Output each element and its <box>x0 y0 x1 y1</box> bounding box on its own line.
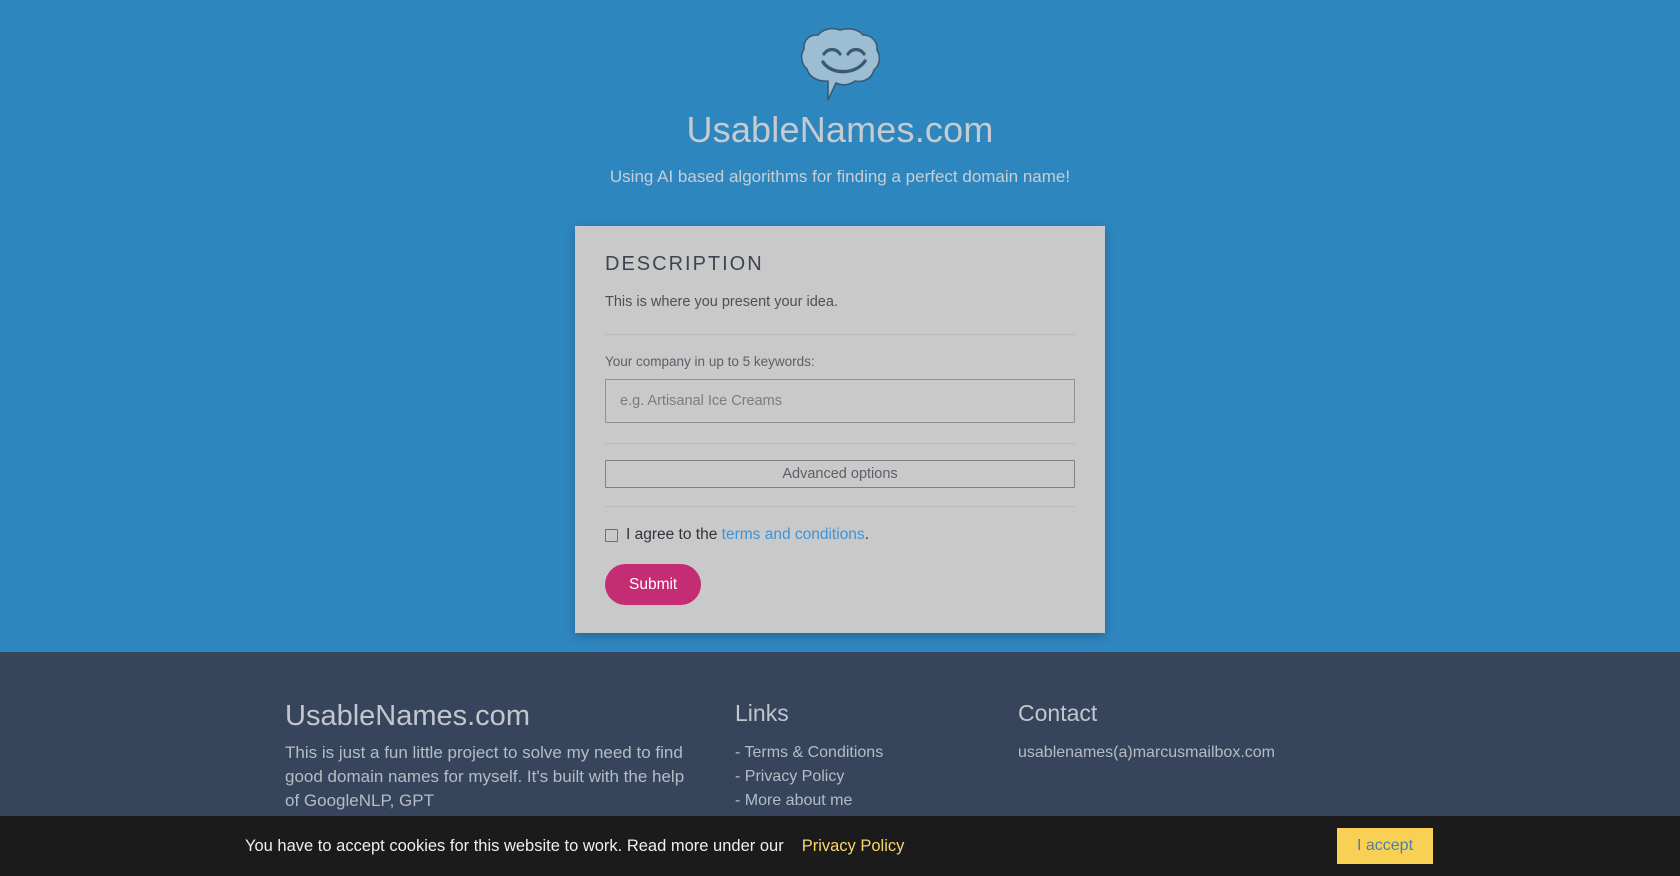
footer-contact-column: Contact usablenames(a)marcusmailbox.com <box>1018 697 1418 813</box>
agree-suffix-text: . <box>864 526 869 543</box>
footer-link-terms[interactable]: - Terms & Conditions <box>735 741 1018 765</box>
advanced-options-button[interactable]: Advanced options <box>605 460 1075 488</box>
agree-prefix-text: I agree to the <box>626 526 722 543</box>
keywords-input[interactable] <box>605 379 1075 423</box>
agree-terms-label: I agree to the terms and conditions. <box>626 524 869 546</box>
site-tagline: Using AI based algorithms for finding a … <box>609 167 1071 186</box>
card-subtitle: This is where you present your idea. <box>605 294 838 310</box>
terms-and-conditions-link[interactable]: terms and conditions <box>722 526 865 543</box>
cookie-message-text: You have to accept cookies for this webs… <box>245 837 784 855</box>
footer-about-text: This is just a fun little project to sol… <box>285 743 685 810</box>
keywords-field-block: Your company in up to 5 keywords: <box>605 335 1075 443</box>
cookie-consent-banner: You have to accept cookies for this webs… <box>0 816 1680 876</box>
agree-terms-checkbox[interactable] <box>605 528 618 542</box>
site-logo <box>0 26 1680 102</box>
footer-about-column: UsableNames.com This is just a fun littl… <box>285 697 735 813</box>
cookie-message: You have to accept cookies for this webs… <box>245 835 904 857</box>
footer-brand: UsableNames.com <box>285 700 530 732</box>
keywords-label: Your company in up to 5 keywords: <box>605 354 815 369</box>
footer-contact-email: usablenames(a)marcusmailbox.com <box>1018 744 1275 761</box>
description-card: DESCRIPTION This is where you present yo… <box>575 226 1105 633</box>
hero-section: UsableNames.com Using AI based algorithm… <box>0 0 1680 652</box>
footer-columns: UsableNames.com This is just a fun littl… <box>285 697 1485 813</box>
cookie-privacy-policy-link[interactable]: Privacy Policy <box>802 837 905 855</box>
footer-links-column: Links - Terms & Conditions - Privacy Pol… <box>735 697 1018 813</box>
advanced-options-block: Advanced options <box>605 444 1075 506</box>
brain-speech-bubble-smiling-icon <box>800 27 881 101</box>
footer-links-heading: Links <box>735 700 789 726</box>
cookie-accept-button[interactable]: I accept <box>1337 828 1433 864</box>
page-title: UsableNames.com <box>686 109 994 150</box>
footer-link-privacy[interactable]: - Privacy Policy <box>735 765 1018 789</box>
footer-link-about-me[interactable]: - More about me <box>735 789 1018 813</box>
card-title: DESCRIPTION <box>605 253 764 275</box>
footer-contact-heading: Contact <box>1018 700 1098 726</box>
terms-agreement-row: I agree to the terms and conditions. <box>605 507 1075 546</box>
submit-button[interactable]: Submit <box>605 564 702 605</box>
